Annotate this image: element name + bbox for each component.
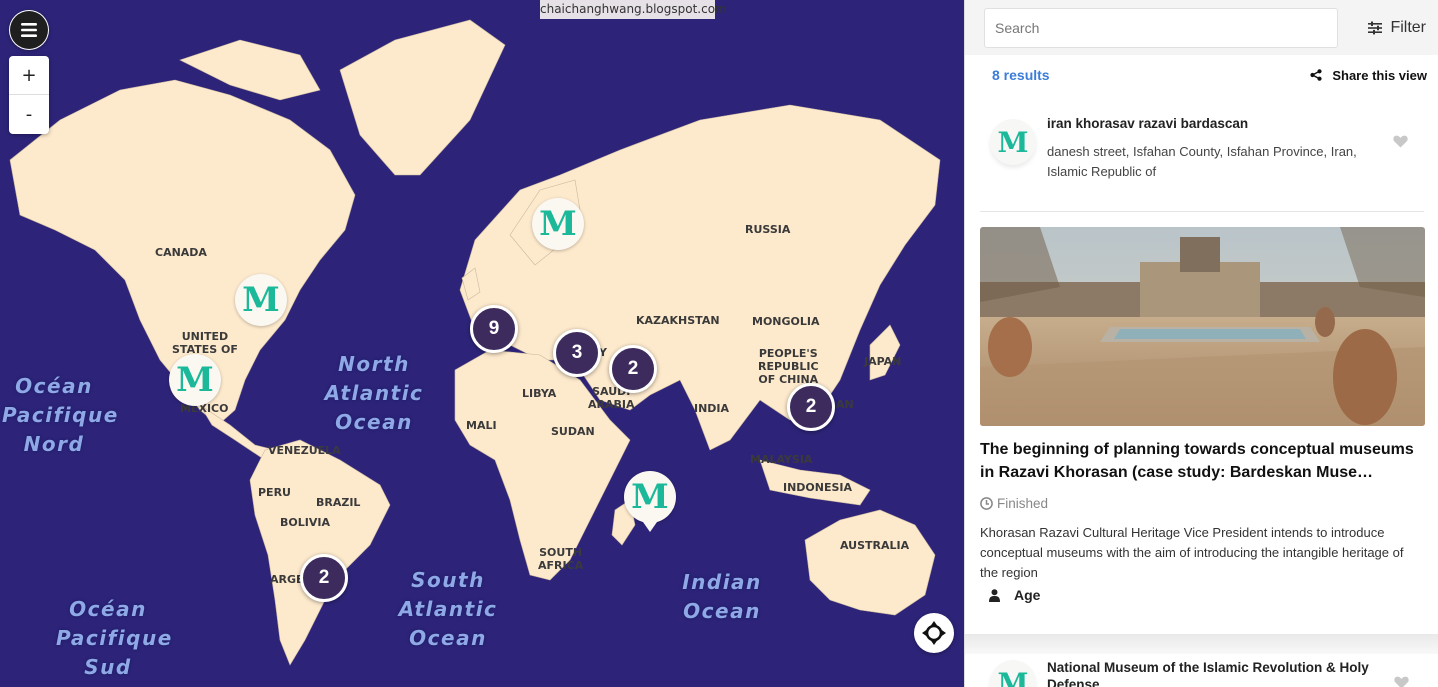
museum-logo-avatar: M <box>990 660 1036 687</box>
results-count: 8 results <box>992 67 1050 83</box>
ocean-label-south-pacific: Océan Pacifique Sud <box>56 597 173 679</box>
museum-courtyard-image <box>980 227 1425 426</box>
results-panel: Filter 8 results Share this view M iran … <box>964 0 1438 687</box>
filter-button[interactable]: Filter <box>1368 19 1426 37</box>
heart-icon[interactable] <box>1393 135 1408 148</box>
country-label-russia: RUSSIA <box>745 223 791 236</box>
cluster-marker-gulf[interactable]: 2 <box>609 345 657 393</box>
museum-logo-icon: M <box>242 280 280 320</box>
country-label-venezuela: VENEZUELA <box>268 444 341 457</box>
museum-logo-avatar: M <box>990 119 1036 165</box>
museum-logo-icon: M <box>176 360 214 400</box>
locate-button[interactable] <box>914 613 954 653</box>
country-label-kazakhstan: KAZAKHSTAN <box>636 314 720 327</box>
app-root: chaichanghwang.blogspot.com + - Océan Pa… <box>0 0 1438 687</box>
cluster-marker-east-asia[interactable]: 2 <box>787 383 835 431</box>
hamburger-menu-icon <box>10 11 48 49</box>
search-input[interactable] <box>984 7 1338 48</box>
crosshair-icon <box>922 621 946 645</box>
heart-icon[interactable] <box>1394 676 1409 687</box>
country-label-usa: UNITED STATES OF <box>172 330 238 356</box>
share-view-button[interactable]: Share this view <box>1310 68 1427 83</box>
user-icon <box>989 588 1000 602</box>
map-attribution[interactable]: chaichanghwang.blogspot.com <box>540 0 727 19</box>
result-item-bardascan[interactable]: M iran khorasav razavi bardascan danesh … <box>980 95 1424 212</box>
share-icon <box>1310 69 1322 81</box>
country-label-argentina: ARGE <box>270 573 304 586</box>
ocean-label-indian: Indian Ocean <box>682 570 762 623</box>
cluster-marker-europe[interactable]: 9 <box>470 305 518 353</box>
country-label-libya: LIBYA <box>522 387 557 400</box>
filter-label: Filter <box>1390 18 1426 36</box>
menu-button[interactable] <box>9 10 49 50</box>
result-card-bardeskan[interactable]: The beginning of planning towards concep… <box>980 227 1425 603</box>
museum-photo[interactable] <box>980 227 1425 426</box>
zoom-in-button[interactable]: + <box>9 56 49 95</box>
museum-marker-scandinavia[interactable]: M <box>532 198 584 250</box>
sliders-icon <box>1368 21 1383 34</box>
zoom-out-button[interactable]: - <box>9 95 49 134</box>
country-label-taiwan-partial: AN <box>836 398 854 411</box>
result-title[interactable]: National Museum of the Islamic Revolutio… <box>1047 659 1387 687</box>
share-label: Share this view <box>1332 67 1427 83</box>
country-label-malaysia: MALAYSIA <box>750 453 813 466</box>
result-title[interactable]: iran khorasav razavi bardascan <box>1047 115 1387 132</box>
museum-logo-icon: M <box>997 125 1029 159</box>
country-label-canada: CANADA <box>155 246 207 259</box>
country-label-bolivia: BOLIVIA <box>280 516 330 529</box>
country-label-indonesia: INDONESIA <box>783 481 853 494</box>
country-label-south-africa: SOUTH AFRICA <box>538 546 584 572</box>
clock-icon <box>980 497 993 510</box>
country-label-peru: PERU <box>258 486 291 499</box>
zoom-control: + - <box>9 56 49 134</box>
museum-logo-icon: M <box>539 204 577 244</box>
card-title[interactable]: The beginning of planning towards concep… <box>980 438 1424 484</box>
cluster-marker-south-america[interactable]: 2 <box>300 554 348 602</box>
ocean-label-north-pacific: Océan Pacifique Nord <box>2 374 119 456</box>
ocean-label-south-atlantic: South Atlantic Ocean <box>398 568 498 650</box>
country-label-china: PEOPLE'S REPUBLIC OF CHINA <box>758 347 819 386</box>
audience-tag: Age <box>989 587 1424 603</box>
panel-header: Filter <box>965 0 1438 55</box>
museum-logo-icon: M <box>631 477 669 517</box>
status-label: Finished <box>997 496 1049 511</box>
country-label-india: INDIA <box>694 402 730 415</box>
status-badge: Finished <box>980 496 1424 511</box>
country-label-mongolia: MONGOLIA <box>752 315 820 328</box>
museum-logo-icon: M <box>997 666 1029 687</box>
card-description: Khorasan Razavi Cultural Heritage Vice P… <box>980 525 1404 580</box>
country-label-mali: MALI <box>466 419 497 432</box>
country-label-sudan: SUDAN <box>551 425 595 438</box>
result-address: danesh street, Isfahan County, Isfahan P… <box>1047 144 1357 179</box>
country-label-japan: JAPAN <box>864 355 902 368</box>
museum-marker-north-america[interactable]: M <box>235 274 287 326</box>
tag-label: Age <box>1014 587 1041 603</box>
section-divider <box>965 634 1438 654</box>
cluster-marker-turkey[interactable]: 3 <box>553 329 601 377</box>
results-bar: 8 results Share this view <box>965 55 1438 95</box>
museum-marker-indian-ocean[interactable]: M <box>624 471 676 532</box>
country-label-australia: AUSTRALIA <box>840 539 910 552</box>
country-label-brazil: BRAZIL <box>316 496 361 509</box>
world-map[interactable]: chaichanghwang.blogspot.com + - Océan Pa… <box>0 0 964 687</box>
ocean-label-north-atlantic: North Atlantic Ocean <box>324 352 424 434</box>
museum-marker-mexico[interactable]: M <box>169 354 221 406</box>
result-item-national-museum[interactable]: M National Museum of the Islamic Revolut… <box>980 654 1425 687</box>
